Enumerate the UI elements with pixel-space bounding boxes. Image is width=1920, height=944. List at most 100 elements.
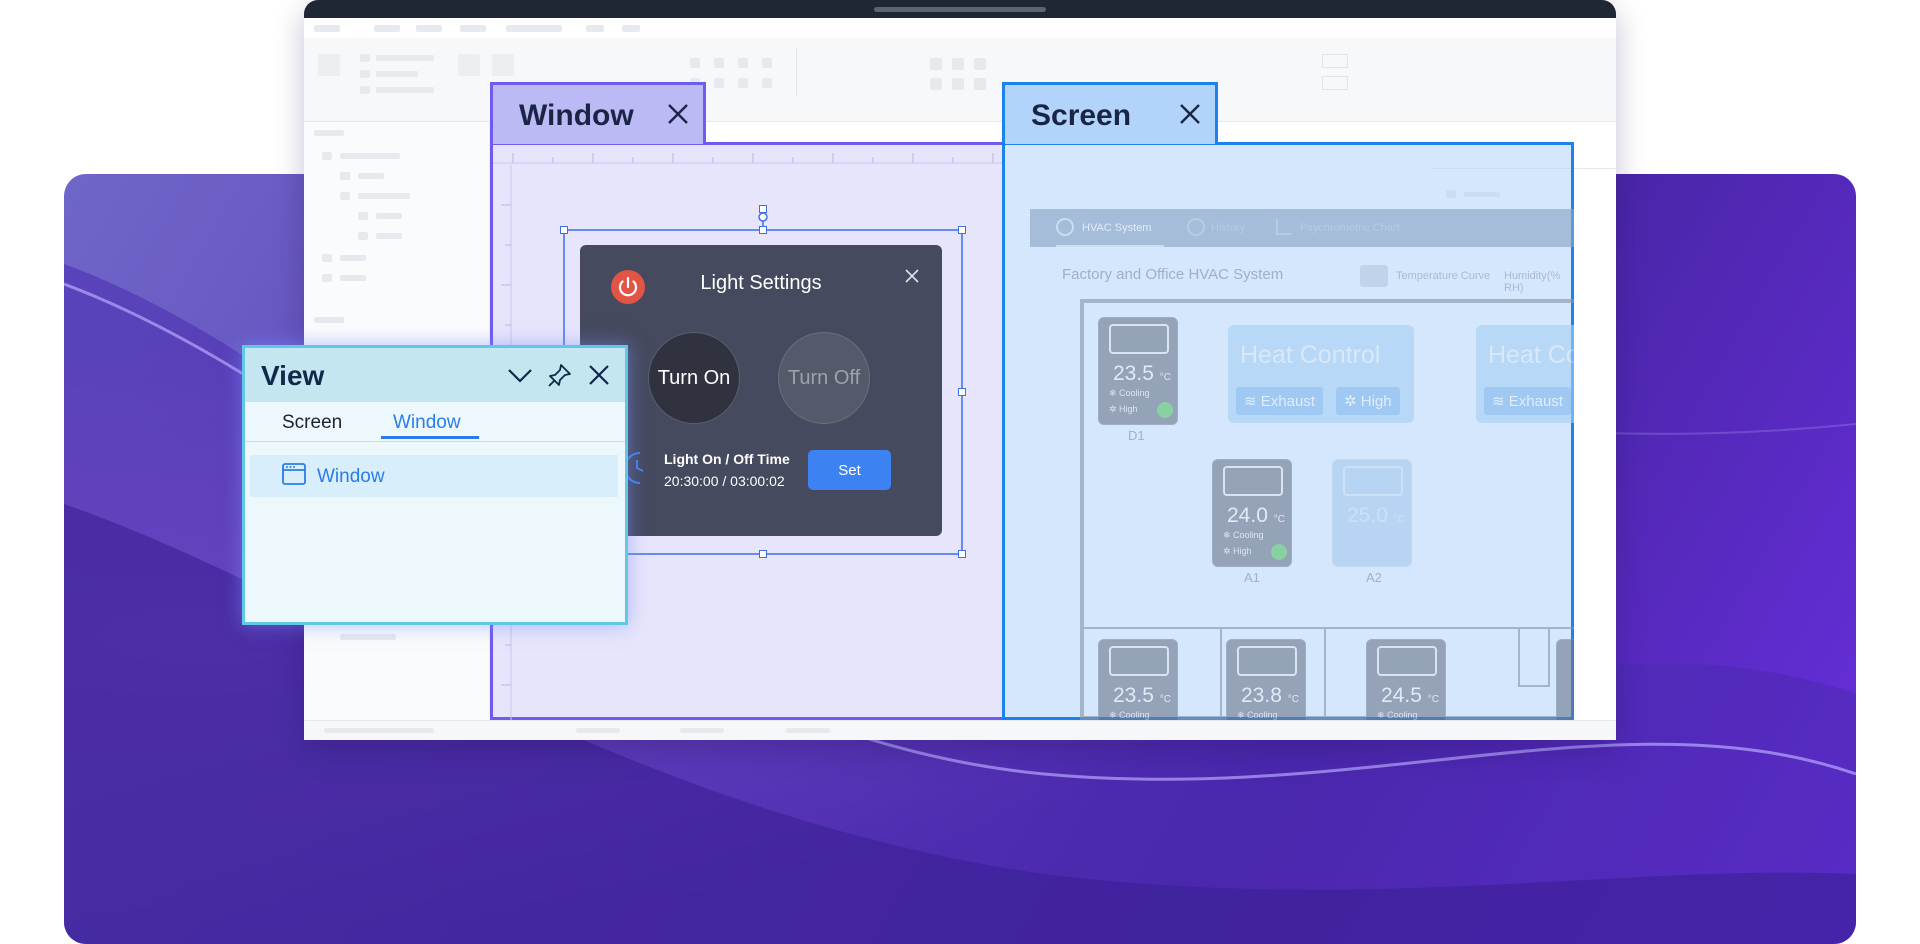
turn-on-button[interactable]: Turn On bbox=[648, 332, 740, 424]
ac-unit[interactable]: 24.5 °C ❄ Cooling bbox=[1366, 639, 1446, 720]
close-icon[interactable] bbox=[587, 363, 611, 387]
unit-temp-unit: °C bbox=[1287, 694, 1299, 705]
hvac-tab[interactable]: HVAC System bbox=[1082, 222, 1151, 234]
laptop-bezel bbox=[304, 0, 1616, 18]
resize-handle[interactable] bbox=[958, 550, 966, 558]
close-icon[interactable] bbox=[1177, 101, 1203, 127]
toolbar-button[interactable] bbox=[360, 86, 370, 94]
toolbar-button[interactable] bbox=[714, 58, 724, 68]
legend-humidity: Humidity(% RH) bbox=[1504, 270, 1561, 294]
resize-handle[interactable] bbox=[958, 388, 966, 396]
high-chip[interactable]: ✲ High bbox=[1336, 387, 1400, 415]
unit-temp: 24.5 bbox=[1381, 684, 1422, 707]
menu-placeholder bbox=[622, 25, 640, 32]
tree-node[interactable] bbox=[340, 153, 400, 159]
toolbar-button[interactable] bbox=[930, 58, 942, 70]
unit-temp: 24.0 bbox=[1227, 504, 1268, 527]
dialog-title: Light Settings bbox=[700, 272, 822, 294]
ac-unit[interactable]: 23.5 °C ❄ Cooling bbox=[1098, 639, 1178, 720]
horizontal-ruler bbox=[493, 153, 1004, 164]
tab-window[interactable]: Window bbox=[490, 82, 706, 144]
tree-node[interactable] bbox=[322, 254, 332, 262]
view-panel-title: View bbox=[261, 360, 325, 391]
set-button[interactable]: Set bbox=[808, 450, 891, 490]
unit-label: A1 bbox=[1244, 570, 1260, 585]
toolbar-button[interactable] bbox=[930, 78, 942, 90]
toolbar-button[interactable] bbox=[376, 71, 418, 77]
close-icon[interactable] bbox=[665, 101, 691, 127]
status-text bbox=[576, 728, 620, 733]
chevron-down-icon[interactable] bbox=[507, 366, 533, 384]
resize-handle[interactable] bbox=[759, 550, 767, 558]
tree-node[interactable] bbox=[358, 232, 368, 240]
unit-temp-unit: °C bbox=[1393, 514, 1405, 525]
toolbar-button[interactable] bbox=[952, 78, 964, 90]
hvac-title: Factory and Office HVAC System bbox=[1062, 266, 1284, 283]
ac-unit-d1[interactable]: 23.5 °C ❄ Cooling ✲ High bbox=[1098, 317, 1178, 425]
toolbar-button[interactable] bbox=[974, 78, 986, 90]
rotate-handle[interactable] bbox=[759, 205, 767, 213]
heat-control-card[interactable]: Heat Control ≋ Exhaust ✲ High bbox=[1228, 325, 1414, 423]
heat-control-card[interactable]: Heat Co ≋ Exhaust bbox=[1476, 325, 1574, 423]
view-tab-window[interactable]: Window bbox=[393, 412, 461, 434]
toolbar-button[interactable] bbox=[738, 78, 748, 88]
tree-node[interactable] bbox=[340, 172, 350, 180]
ac-unit-a1[interactable]: 24.0 °C ❄ Cooling ✲ High bbox=[1212, 459, 1292, 567]
exhaust-chip[interactable]: ≋ Exhaust bbox=[1484, 387, 1571, 415]
hvac-icon bbox=[1056, 218, 1074, 236]
pin-icon[interactable] bbox=[547, 362, 573, 388]
resize-handle[interactable] bbox=[759, 226, 767, 234]
tree-node[interactable] bbox=[322, 274, 332, 282]
view-tab-screen[interactable]: Screen bbox=[282, 412, 342, 434]
turn-off-button[interactable]: Turn Off bbox=[778, 332, 870, 424]
tab-screen[interactable]: Screen bbox=[1002, 82, 1218, 144]
exhaust-chip[interactable]: ≋ Exhaust bbox=[1236, 387, 1323, 415]
tree-node[interactable] bbox=[358, 212, 368, 220]
toolbar-button[interactable] bbox=[360, 70, 370, 78]
tab-screen-label: Screen bbox=[1031, 99, 1132, 132]
power-icon[interactable] bbox=[1271, 544, 1287, 560]
ac-unit-a2[interactable]: 25.0 °C bbox=[1332, 459, 1412, 567]
view-panel: View Screen Window Window bbox=[242, 345, 628, 625]
unit-temp: 23.5 bbox=[1113, 684, 1154, 707]
tree-node[interactable] bbox=[322, 152, 332, 160]
ac-unit[interactable] bbox=[1556, 639, 1574, 720]
toolbar-button[interactable] bbox=[690, 58, 700, 68]
unit-temp-unit: °C bbox=[1159, 694, 1171, 705]
tree-node[interactable] bbox=[340, 192, 350, 200]
toolbar-button[interactable] bbox=[458, 54, 480, 76]
eye-icon[interactable] bbox=[1360, 265, 1388, 287]
tree-node[interactable] bbox=[376, 233, 402, 239]
toolbar-button[interactable] bbox=[376, 87, 434, 93]
close-icon[interactable] bbox=[904, 268, 920, 284]
unit-temp: 23.5 bbox=[1113, 362, 1154, 385]
tree-node[interactable] bbox=[340, 255, 366, 261]
toolbar-button[interactable] bbox=[376, 55, 434, 61]
ac-unit[interactable]: 23.8 °C ❄ Cooling bbox=[1226, 639, 1306, 720]
window-icon bbox=[282, 463, 306, 485]
toolbar-field[interactable] bbox=[1322, 76, 1348, 90]
toolbar-field[interactable] bbox=[1322, 54, 1348, 68]
unit-mode: ❄ Cooling bbox=[1109, 710, 1150, 720]
toolbar-button[interactable] bbox=[738, 58, 748, 68]
toolbar-button[interactable] bbox=[360, 54, 370, 62]
resize-handle[interactable] bbox=[958, 226, 966, 234]
tree-node[interactable] bbox=[358, 173, 384, 179]
power-icon[interactable] bbox=[1157, 402, 1173, 418]
tree-node[interactable] bbox=[340, 634, 396, 640]
psychrometric-tab[interactable]: Psychrometric Chart bbox=[1300, 222, 1400, 234]
toolbar-button[interactable] bbox=[492, 54, 514, 76]
tree-node[interactable] bbox=[358, 193, 410, 199]
toolbar-button[interactable] bbox=[762, 58, 772, 68]
toolbar-button[interactable] bbox=[318, 54, 340, 76]
toolbar-button[interactable] bbox=[974, 58, 986, 70]
toolbar-button[interactable] bbox=[714, 78, 724, 88]
resize-handle[interactable] bbox=[560, 226, 568, 234]
tree-node[interactable] bbox=[376, 213, 402, 219]
status-text bbox=[324, 728, 434, 733]
unit-fan: ✲ High bbox=[1109, 404, 1138, 414]
tree-node[interactable] bbox=[340, 275, 366, 281]
history-tab[interactable]: History bbox=[1211, 222, 1245, 234]
toolbar-button[interactable] bbox=[952, 58, 964, 70]
toolbar-button[interactable] bbox=[762, 78, 772, 88]
